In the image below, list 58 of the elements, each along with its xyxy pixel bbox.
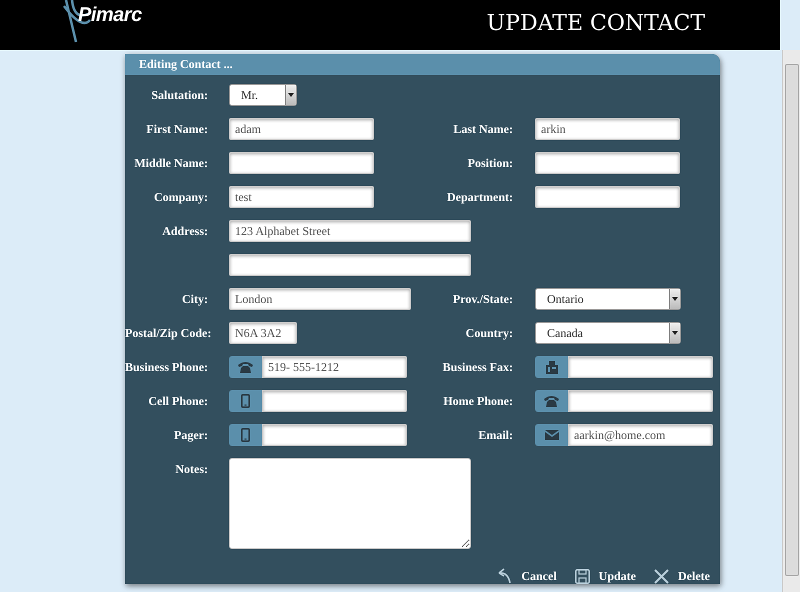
input-field[interactable]: London [229, 288, 411, 310]
field-label: Home Phone: [442, 393, 513, 410]
logo-text: Pimarc [78, 4, 142, 27]
dropdown[interactable]: Mr. [229, 84, 297, 106]
input-field[interactable]: arkin [535, 118, 680, 140]
caret-icon[interactable] [285, 85, 296, 105]
field-label: Company: [152, 189, 209, 206]
input-field[interactable] [568, 356, 713, 378]
field-label: Position: [466, 155, 513, 172]
envelope-icon [544, 430, 558, 440]
field-label: Last Name: [452, 121, 513, 138]
page-title: UPDATE CONTACT [486, 11, 705, 36]
input-field[interactable]: aarkin@home.com [568, 424, 713, 446]
field-label: Prov./State: [452, 291, 513, 308]
input-field[interactable] [535, 152, 680, 174]
input-field[interactable]: adam [229, 118, 374, 140]
dropdown[interactable]: Canada [535, 322, 681, 344]
field-label: Postal/Zip Code: [125, 325, 212, 342]
input-field[interactable] [535, 186, 680, 208]
telephone-icon [544, 395, 559, 407]
fax-icon [546, 360, 558, 374]
field-label: First Name: [145, 121, 209, 138]
input-field[interactable]: 123 Alphabet Street [229, 220, 471, 242]
notes-field[interactable] [229, 458, 471, 549]
scrollbar-thumb[interactable] [785, 64, 799, 576]
caret-icon[interactable] [669, 289, 680, 309]
update-button[interactable]: Update [572, 566, 638, 586]
input-field[interactable] [262, 424, 407, 446]
field-label: City: [181, 291, 209, 308]
field-label: Middle Name: [133, 155, 209, 172]
close-icon [654, 568, 670, 584]
caret-icon[interactable] [669, 323, 680, 343]
field-label: Country: [464, 325, 513, 342]
input-field[interactable] [262, 390, 407, 412]
input-field[interactable] [229, 152, 374, 174]
input-field[interactable]: 519- 555-1212 [262, 356, 407, 378]
scrollbar[interactable] [782, 50, 800, 592]
field-label: Business Fax: [442, 359, 513, 376]
field-label: Email: [477, 427, 513, 444]
field-label: Business Phone: [125, 359, 210, 376]
field-label: Notes: [174, 461, 209, 478]
panel-title: Editing Contact ... [125, 54, 720, 75]
field-label: Pager: [173, 427, 209, 444]
input-field[interactable] [229, 254, 471, 276]
field-label: Cell Phone: [147, 393, 209, 410]
field-label: Address: [161, 223, 209, 240]
mobile-phone-icon [241, 394, 250, 408]
mobile-phone-icon [241, 428, 250, 442]
delete-button[interactable]: Delete [652, 566, 712, 586]
field-label: Salutation: [150, 87, 209, 104]
input-field[interactable]: test [229, 186, 374, 208]
undo-arrow-icon [498, 568, 512, 584]
input-field[interactable]: N6A 3A2 [229, 322, 297, 344]
field-label: Department: [446, 189, 513, 206]
cancel-button[interactable]: Cancel [496, 566, 559, 586]
input-field[interactable] [568, 390, 713, 412]
dropdown[interactable]: Ontario [535, 288, 681, 310]
telephone-icon [238, 361, 253, 373]
